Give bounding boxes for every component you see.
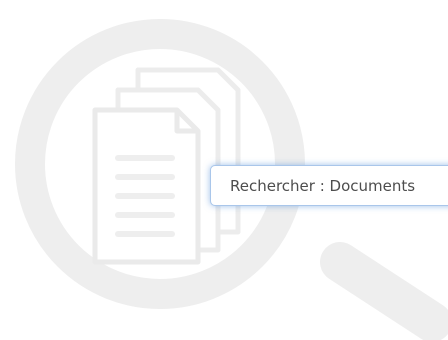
search-dialog-canvas: Rechercher : Documents bbox=[0, 0, 448, 340]
magnifier-handle bbox=[320, 242, 448, 340]
search-field-label: Rechercher : Documents bbox=[230, 176, 416, 195]
search-field[interactable]: Rechercher : Documents bbox=[210, 165, 448, 206]
